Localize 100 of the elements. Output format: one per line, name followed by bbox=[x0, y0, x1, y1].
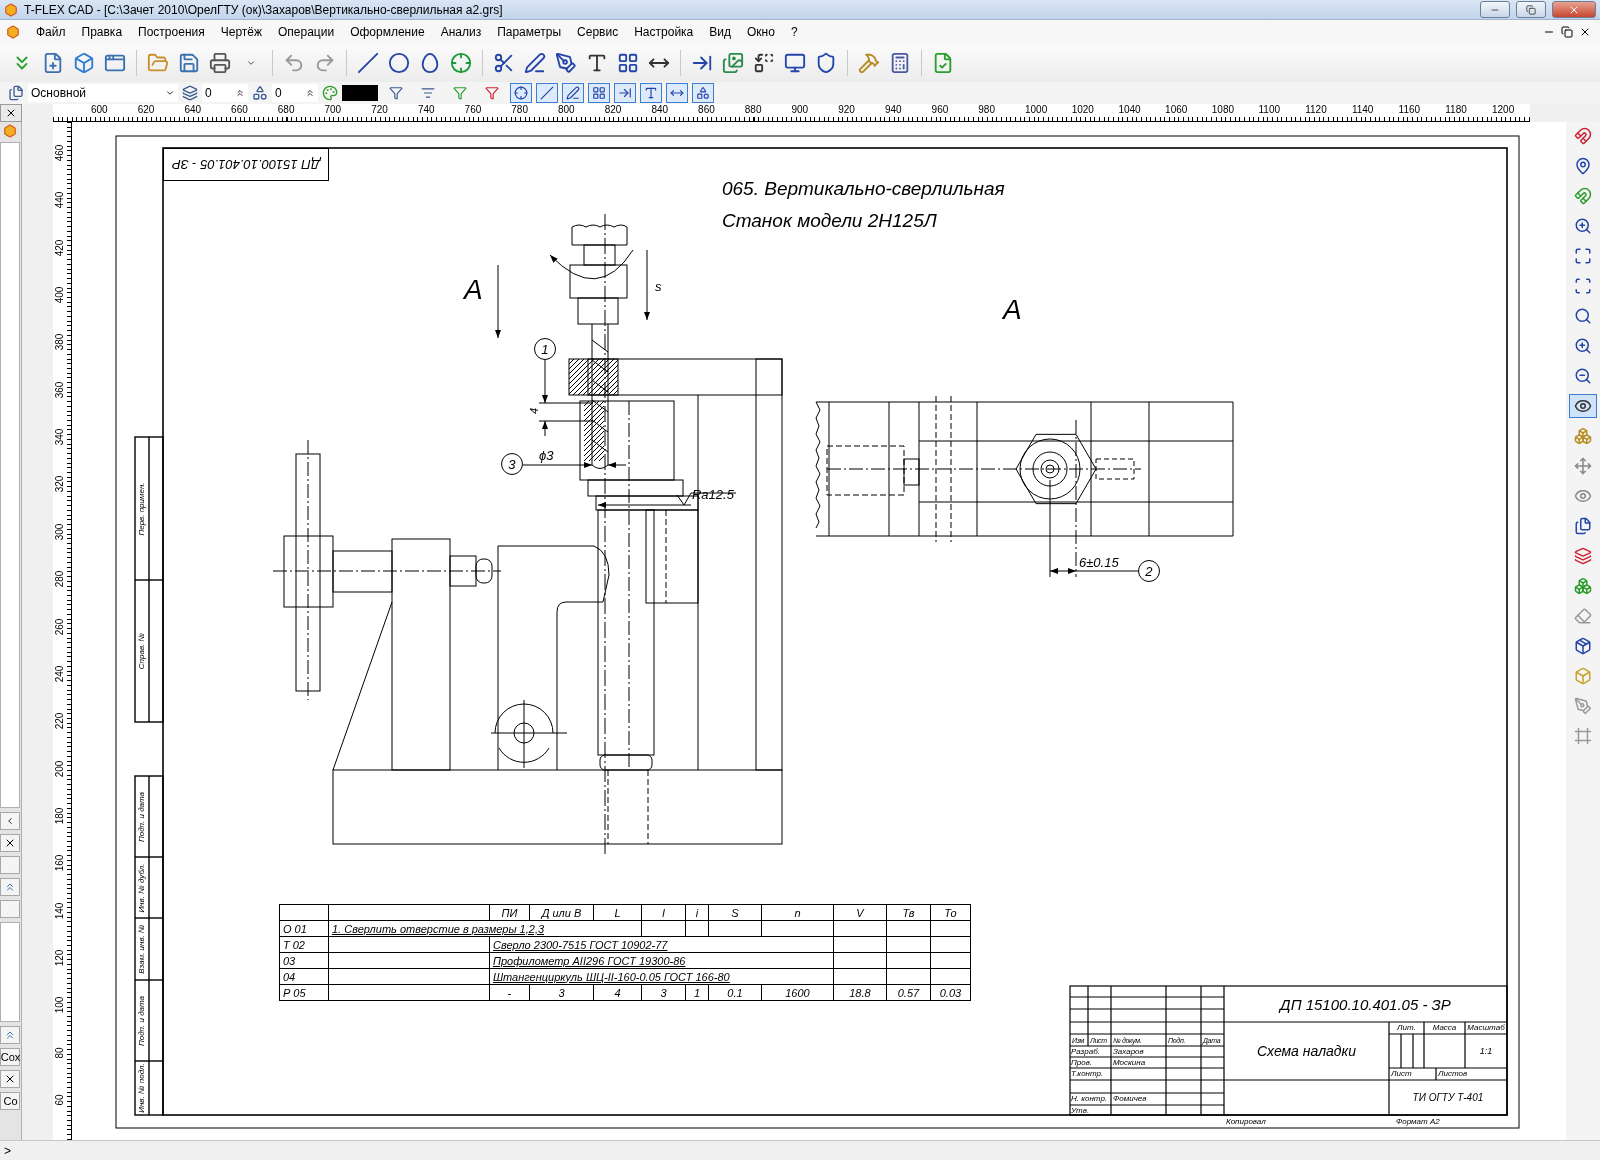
spinner-arrows-icon bbox=[235, 88, 245, 98]
close-icon bbox=[5, 107, 17, 119]
ruler-label: 720 bbox=[371, 104, 388, 116]
snap-dimension-toggle[interactable] bbox=[666, 83, 688, 103]
drawing-designation: ДП 15100.10.401.05 - ЗР bbox=[1277, 994, 1452, 1015]
table-cell: 1 bbox=[685, 984, 709, 1001]
menu-item[interactable]: Окно bbox=[739, 23, 783, 41]
ruler-label: 1200 bbox=[1492, 104, 1515, 116]
dimension-label: ϕ3 bbox=[538, 447, 555, 463]
title-block-label: Утв. bbox=[1070, 1106, 1091, 1116]
table-cell: Сверло 2300-7515 ГОСТ 10902-77 bbox=[489, 936, 834, 953]
snap-line-toggle[interactable] bbox=[536, 83, 558, 103]
margin-label: Перв. примен. bbox=[135, 480, 147, 538]
ruler-label: 140 bbox=[53, 901, 66, 921]
ruler-label: 360 bbox=[53, 380, 66, 401]
ruler-label: 960 bbox=[931, 104, 949, 116]
column-header: n bbox=[761, 904, 834, 921]
view-label: А bbox=[1002, 294, 1023, 326]
column-header: Д или В bbox=[529, 904, 594, 921]
table-cell: 3 bbox=[529, 984, 594, 1001]
ellipse-tool-icon bbox=[419, 52, 441, 74]
column-header: L bbox=[593, 904, 642, 921]
panel-tab[interactable]: Co bbox=[0, 1092, 21, 1110]
level-spinner[interactable]: 0 bbox=[272, 84, 318, 102]
menu-item[interactable]: Оформление bbox=[342, 23, 433, 41]
ruler-label: 1160 bbox=[1398, 104, 1421, 116]
close-icon bbox=[1579, 26, 1591, 38]
ruler-label: 1020 bbox=[1071, 104, 1094, 116]
menu-item[interactable]: Файл bbox=[28, 23, 74, 41]
title-block-label: Лит. bbox=[1395, 1023, 1417, 1033]
menu-item[interactable]: ? bbox=[782, 23, 806, 41]
panel-tab[interactable]: Cox bbox=[0, 1048, 21, 1066]
eye-button[interactable] bbox=[1569, 394, 1597, 418]
title-block-label: Разраб. bbox=[1070, 1047, 1101, 1057]
menu-item[interactable]: Анализ bbox=[432, 23, 490, 41]
ruler-label: 1000 bbox=[1025, 104, 1048, 116]
calculator-icon bbox=[889, 52, 911, 74]
menu-item[interactable]: Правка bbox=[73, 23, 131, 41]
ruler-label: 1080 bbox=[1211, 104, 1235, 116]
ruler-label: 1100 bbox=[1258, 104, 1280, 116]
restore-icon bbox=[1561, 26, 1573, 38]
color-palette-icon[interactable] bbox=[322, 85, 338, 101]
ruler-label: 700 bbox=[324, 104, 342, 116]
menu-item[interactable]: Настройка bbox=[626, 23, 702, 41]
snap-arrow-toggle[interactable] bbox=[614, 83, 636, 103]
layer-spinner[interactable]: 0 bbox=[202, 84, 248, 102]
pages-icon bbox=[1574, 517, 1592, 535]
menu-item[interactable]: Операции bbox=[270, 23, 343, 41]
color-swatch[interactable] bbox=[342, 85, 378, 101]
title-block-label: Н. контр. bbox=[1070, 1094, 1109, 1104]
ruler-label: 400 bbox=[53, 285, 66, 306]
style-dropdown[interactable]: Основной bbox=[28, 84, 178, 102]
fit-view-icon bbox=[1574, 247, 1592, 265]
ruler-label: 660 bbox=[231, 104, 248, 116]
snap-text-toggle[interactable] bbox=[640, 83, 662, 103]
organization-label: ТИ ОГТУ Т-401 bbox=[1411, 1091, 1485, 1105]
snap-pen-toggle[interactable] bbox=[562, 83, 584, 103]
ruler-label: 900 bbox=[791, 104, 809, 116]
feed-label: s bbox=[654, 279, 663, 293]
open-folder-icon bbox=[147, 52, 169, 74]
document-check-icon bbox=[932, 52, 954, 74]
close-panel-button[interactable] bbox=[0, 104, 22, 122]
close-panel-button[interactable] bbox=[0, 1070, 21, 1088]
text-tool-icon bbox=[586, 52, 608, 74]
filter-icon bbox=[389, 86, 403, 100]
title-block-label: Листов bbox=[1437, 1069, 1469, 1079]
cube-icon bbox=[73, 52, 95, 74]
menu-item[interactable]: Сервис bbox=[569, 23, 627, 41]
ruler-label: 80 bbox=[53, 1046, 66, 1061]
replace-icon bbox=[753, 52, 775, 74]
margin-label: Взам. инв. № bbox=[135, 923, 147, 976]
copied-label: Копировал bbox=[1225, 1117, 1267, 1127]
column-header: То bbox=[930, 904, 971, 921]
ruler-label: 120 bbox=[53, 948, 66, 969]
menu-item[interactable]: Построения bbox=[130, 23, 213, 41]
menu-item[interactable]: Чертёж bbox=[212, 23, 270, 41]
title-block-label: Масштаб bbox=[1466, 1023, 1506, 1033]
restore-button[interactable] bbox=[1516, 1, 1546, 18]
ruler-label: 1120 bbox=[1305, 104, 1327, 116]
eye-icon bbox=[1574, 397, 1592, 415]
ruler-label: 800 bbox=[558, 104, 575, 116]
menu-item[interactable]: Параметры bbox=[489, 23, 570, 41]
search-icon bbox=[1574, 307, 1592, 325]
snap-arrow-icon bbox=[618, 86, 632, 100]
cube-icon bbox=[1574, 667, 1592, 685]
table-cell: - bbox=[489, 984, 530, 1001]
eye-icon bbox=[1574, 487, 1592, 505]
restore-button[interactable] bbox=[1558, 26, 1576, 38]
table-cell: 18.8 bbox=[833, 984, 887, 1001]
menu-item[interactable]: Вид bbox=[701, 23, 739, 41]
ruler-label: 280 bbox=[53, 569, 66, 590]
close-panel-button[interactable] bbox=[0, 834, 21, 852]
eraser-icon bbox=[1574, 607, 1592, 625]
layers-icon bbox=[182, 85, 198, 101]
minimize-button[interactable] bbox=[1480, 1, 1510, 18]
margin-label: Подп. и дата bbox=[135, 994, 147, 1048]
zoom-window-icon bbox=[1574, 277, 1592, 295]
snap-node-toggle[interactable] bbox=[510, 83, 532, 103]
title-block-label: Лист bbox=[1390, 1069, 1413, 1079]
snap-shapes-toggle[interactable] bbox=[692, 83, 714, 103]
